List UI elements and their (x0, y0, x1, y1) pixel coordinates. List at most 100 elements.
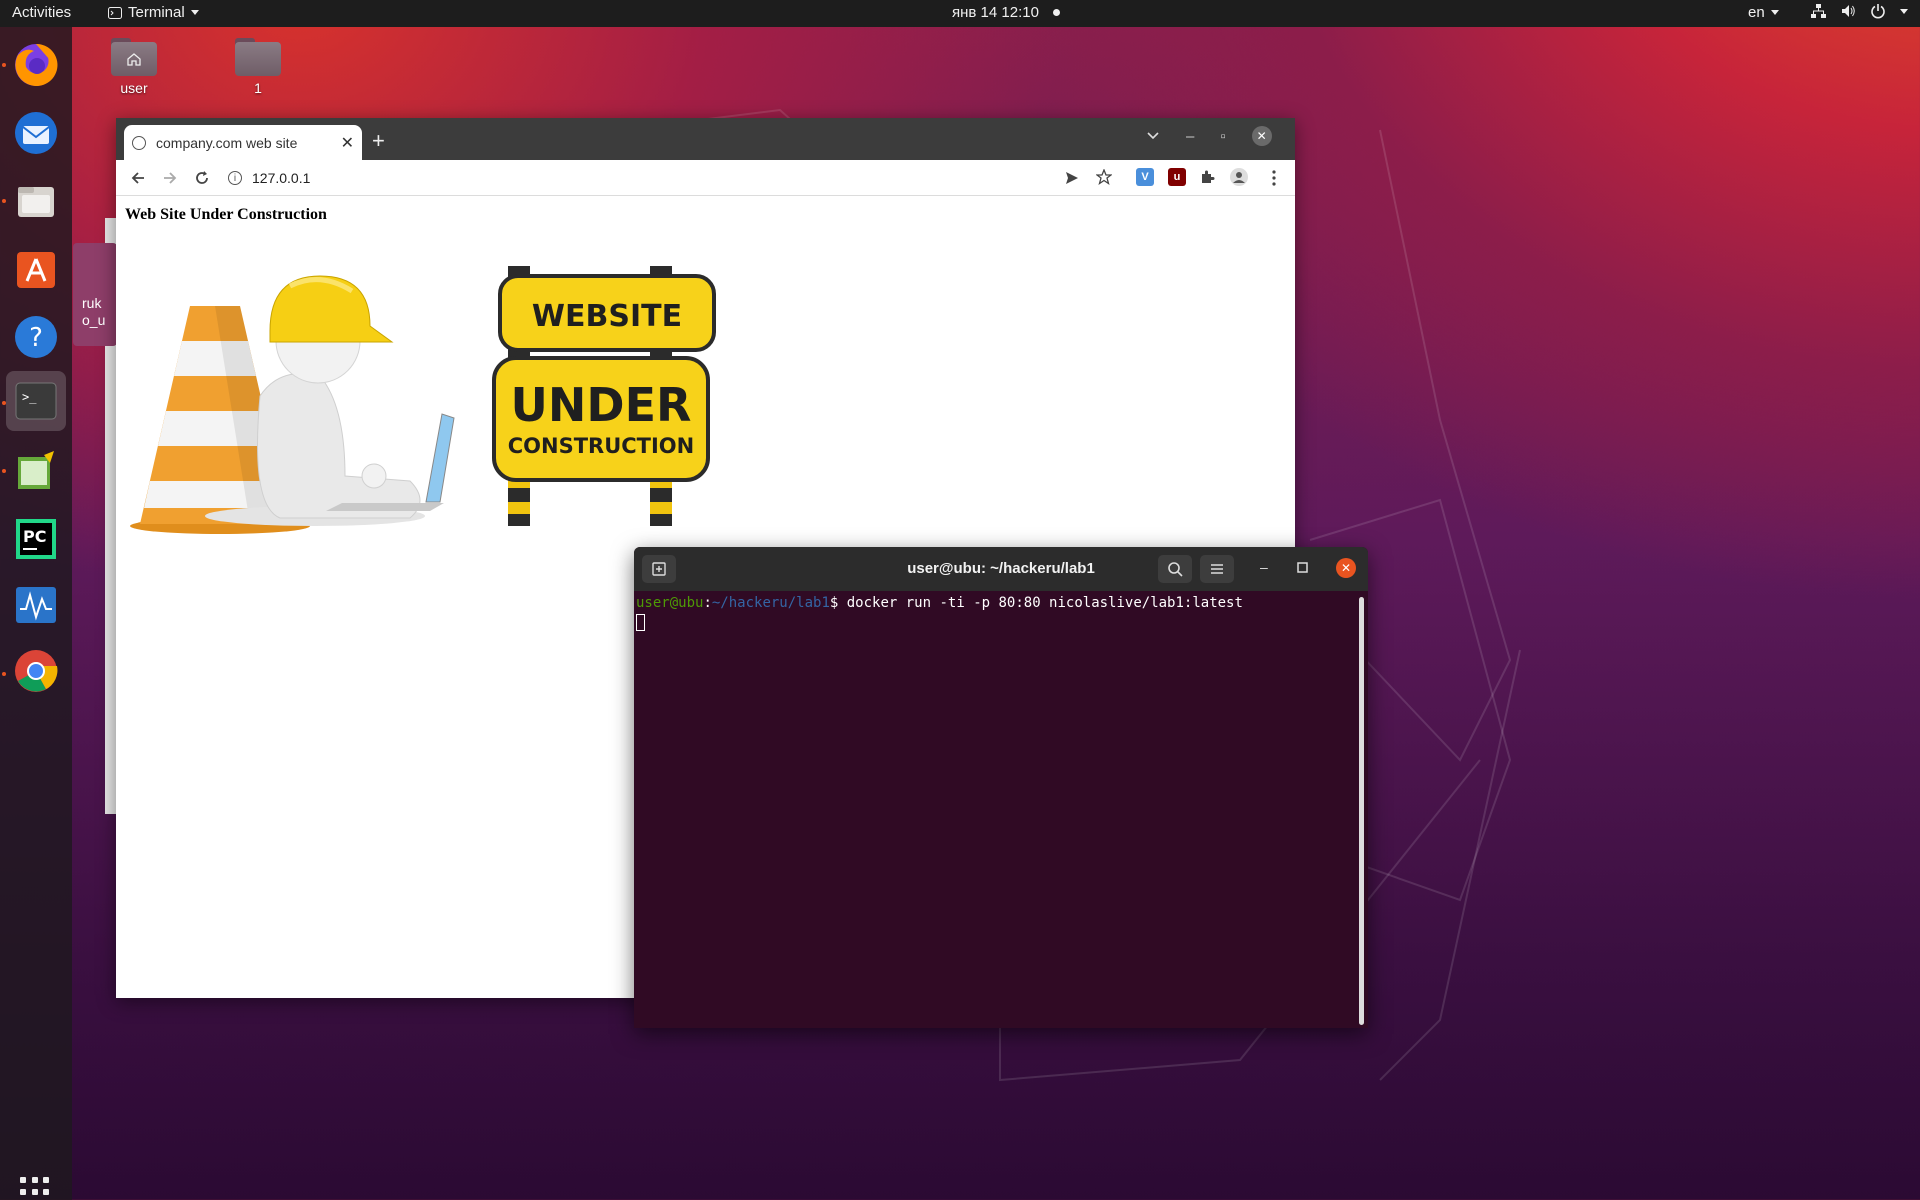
top-bar: Activities Terminal янв 14 12:10 en (0, 0, 1920, 27)
scrollbar[interactable] (1359, 597, 1364, 1025)
browser-titlebar[interactable]: company.com web site ✕ + – ▫ ✕ (116, 118, 1295, 160)
desktop-icon-home[interactable]: user (89, 38, 179, 96)
terminal-icon (108, 6, 122, 19)
prompt-colon: : (703, 595, 712, 611)
dock: ? >_ PC (0, 27, 72, 1200)
firefox-icon (15, 43, 58, 86)
notification-dot (1052, 9, 1060, 16)
dock-item-text-editor[interactable] (6, 441, 66, 501)
search-button[interactable] (1158, 555, 1192, 583)
svg-text:>_: >_ (22, 390, 37, 404)
search-icon (1168, 562, 1183, 577)
dock-item-thunderbird[interactable] (6, 103, 66, 163)
forward-icon[interactable] (162, 170, 178, 186)
dock-item-files[interactable] (6, 171, 66, 231)
text-editor-icon (18, 451, 54, 489)
page-heading: Web Site Under Construction (125, 206, 327, 223)
maximize-icon[interactable]: ▫ (1220, 128, 1225, 145)
running-indicator (2, 469, 6, 473)
grid-dot (43, 1177, 50, 1183)
dock-item-system-monitor[interactable] (6, 575, 66, 635)
grid-dot (31, 1188, 38, 1195)
volume-icon (1842, 5, 1855, 17)
chevron-down-icon (190, 10, 199, 15)
dock-item-help[interactable]: ? (6, 307, 66, 367)
lang-label: en (1748, 4, 1765, 21)
grid-dot (20, 1177, 26, 1183)
background-window-label: ruk o_u (82, 295, 106, 328)
dock-item-software[interactable] (6, 239, 66, 299)
minimize-icon[interactable]: – (1260, 559, 1268, 575)
help-icon: ? (15, 316, 57, 358)
text-cursor (636, 614, 645, 631)
terminal-output[interactable]: user@ubu:~/hackeru/lab1$ docker run -ti … (636, 595, 1354, 1025)
show-applications-button[interactable] (20, 1177, 50, 1200)
sign-text-under: UNDER (511, 378, 692, 432)
maximize-icon[interactable] (1297, 562, 1308, 573)
terminal-headerbar[interactable]: user@ubu: ~/hackeru/lab1 – ✕ (634, 547, 1368, 591)
activities-button[interactable]: Activities (12, 4, 71, 21)
dock-item-chrome[interactable] (6, 641, 66, 701)
close-tab-icon[interactable]: ✕ (341, 133, 354, 153)
bookmark-star-icon[interactable] (1096, 169, 1112, 185)
chrome-icon (15, 650, 58, 692)
tab-search-icon[interactable] (1146, 131, 1160, 141)
svg-text:?: ? (29, 323, 43, 353)
sign-text-construction: CONSTRUCTION (508, 434, 695, 458)
sign-text-website: WEBSITE (532, 299, 682, 334)
extensions-puzzle-icon[interactable] (1199, 169, 1215, 185)
system-tray[interactable] (1810, 3, 1908, 19)
dock-item-firefox[interactable] (6, 35, 66, 95)
svg-text:PC: PC (23, 527, 46, 546)
dock-item-pycharm[interactable]: PC (6, 509, 66, 569)
back-icon[interactable] (130, 170, 146, 186)
input-language-selector[interactable]: en (1748, 4, 1779, 21)
power-icon (1871, 4, 1885, 19)
site-info-icon[interactable]: i (228, 171, 242, 185)
dock-item-terminal[interactable]: >_ (6, 371, 66, 431)
address-bar[interactable]: i 127.0.0.1 (228, 164, 1188, 192)
running-indicator (2, 401, 6, 405)
grid-dot (20, 1188, 26, 1195)
running-indicator (2, 672, 6, 676)
files-icon (18, 187, 54, 217)
clock-label: янв 14 12:10 (952, 4, 1039, 21)
chevron-down-icon (1770, 10, 1779, 15)
close-window-button[interactable]: ✕ (1251, 126, 1272, 146)
prompt-user: user@ubu (636, 595, 704, 611)
browser-toolbar: i 127.0.0.1 V u (116, 160, 1295, 196)
terminal-window: user@ubu: ~/hackeru/lab1 – ✕ user@ubu:~/… (634, 547, 1368, 1028)
software-icon (17, 252, 55, 288)
under-construction-illustration: WEBSITE UNDER CONSTRUCTION (130, 266, 716, 534)
close-window-button[interactable]: ✕ (1336, 558, 1356, 578)
tab-title: company.com web site (156, 134, 298, 151)
grid-dot (43, 1188, 50, 1195)
system-monitor-icon (16, 587, 56, 623)
hamburger-menu-icon (1211, 564, 1223, 574)
profile-avatar-icon[interactable] (1229, 167, 1249, 187)
desktop-icon-label: user (120, 80, 148, 96)
browser-tab[interactable]: company.com web site ✕ (124, 125, 362, 160)
hamburger-menu-button[interactable] (1200, 555, 1234, 583)
minimize-icon[interactable]: – (1186, 128, 1194, 145)
kebab-menu-icon[interactable] (1271, 170, 1277, 186)
reload-icon[interactable] (194, 170, 210, 186)
desktop-icon-label: 1 (254, 80, 262, 96)
network-icon (1811, 4, 1826, 18)
construction-sign-illustration: WEBSITE UNDER CONSTRUCTION (492, 266, 716, 526)
ublock-extension-icon[interactable]: u (1168, 168, 1186, 186)
thunderbird-icon (15, 112, 57, 154)
home-folder-icon (111, 38, 157, 76)
terminal-icon: >_ (15, 382, 57, 420)
app-menu[interactable]: Terminal (108, 4, 199, 21)
terminal-title: user@ubu: ~/hackeru/lab1 (907, 560, 1095, 577)
browser-window-controls: – ▫ ✕ (1146, 126, 1272, 146)
vue-devtools-extension-icon[interactable]: V (1136, 168, 1154, 186)
clock[interactable]: янв 14 12:10 (952, 4, 1060, 21)
new-tab-button[interactable]: + (372, 128, 385, 154)
app-menu-label: Terminal (128, 4, 185, 21)
send-icon[interactable] (1064, 170, 1080, 186)
desktop-icon-folder[interactable]: 1 (213, 38, 303, 96)
grid-dot (31, 1177, 38, 1183)
command-text: docker run -ti -p 80:80 nicolaslive/lab1… (838, 595, 1243, 611)
